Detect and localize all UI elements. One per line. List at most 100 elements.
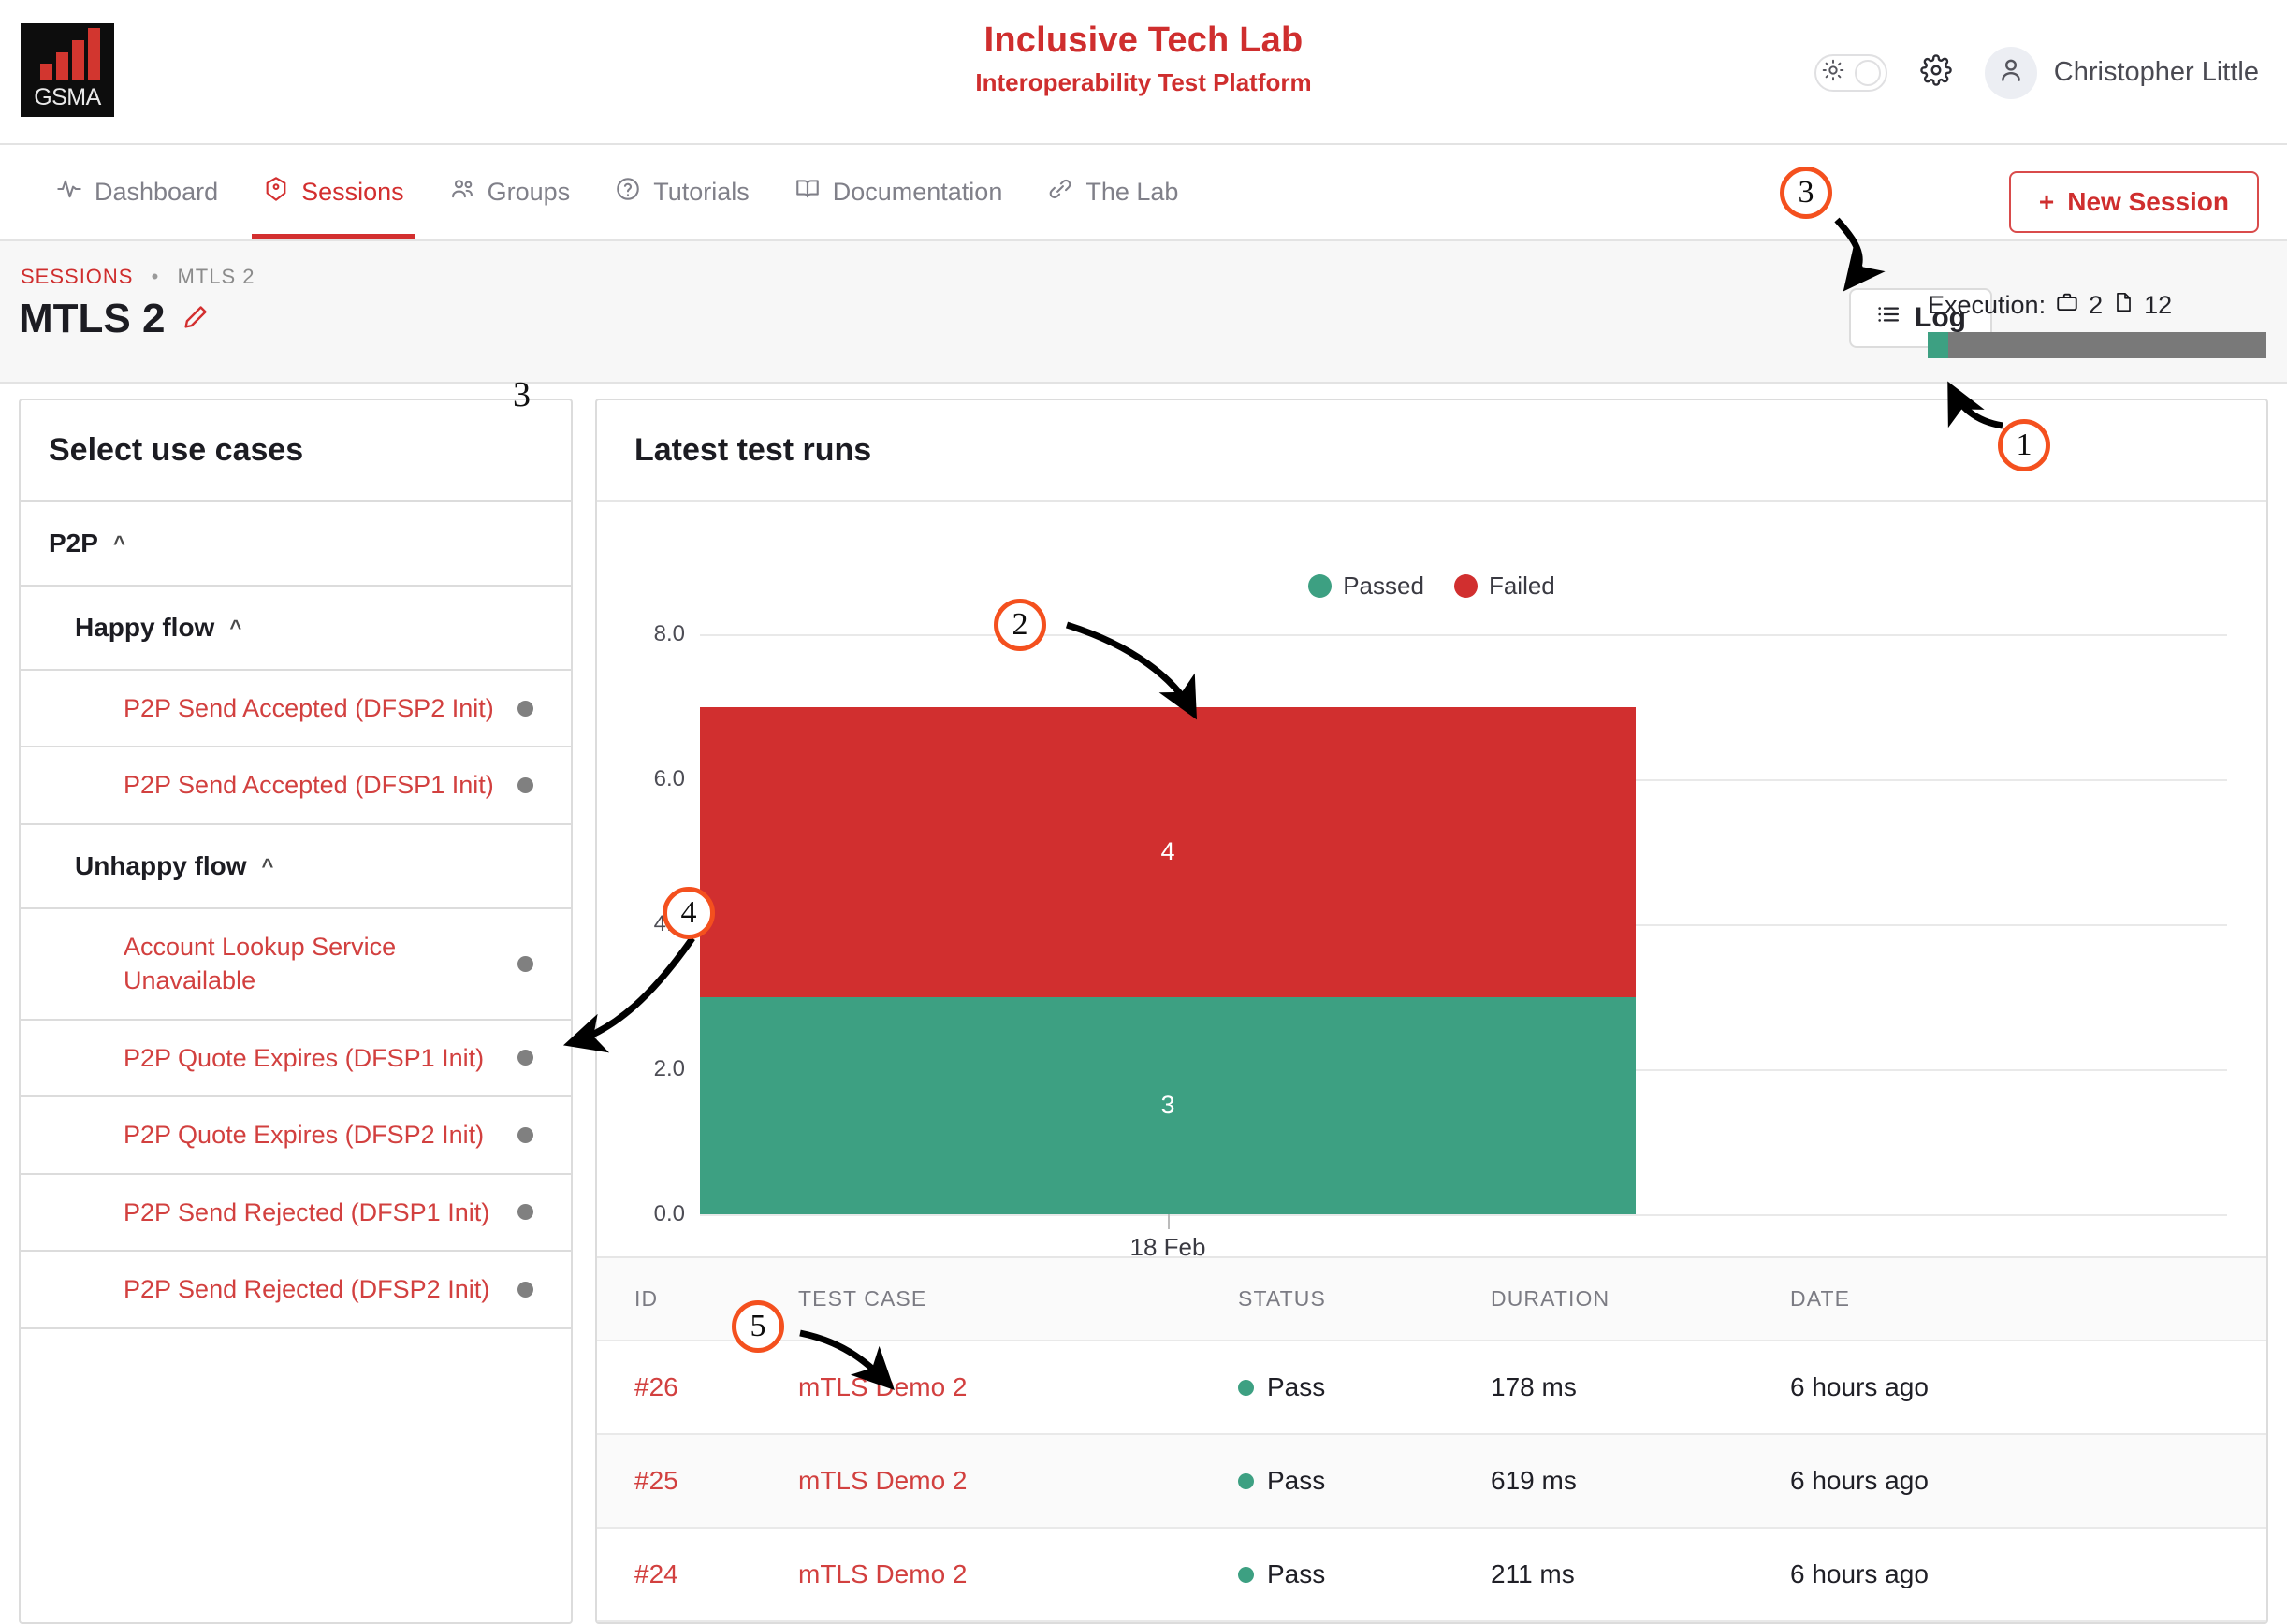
- breadcrumb-sessions-link[interactable]: SESSIONS: [21, 265, 133, 288]
- group-label: P2P: [49, 529, 98, 558]
- status-dot: [1238, 1379, 1254, 1396]
- chevron-up-icon: ^: [229, 616, 242, 639]
- new-session-button[interactable]: + New Session: [2008, 171, 2259, 233]
- execution-progress-bar: [1928, 332, 2266, 358]
- status-dot: [1238, 1566, 1254, 1583]
- nav-item-sessions[interactable]: Sessions: [240, 145, 427, 239]
- chart-bar-segment-passed[interactable]: 3: [700, 996, 1636, 1214]
- header-actions: Christopher Little: [1814, 0, 2259, 145]
- x-axis-tick-label: 18 Feb: [1129, 1233, 1206, 1261]
- chart-gridline: [700, 634, 2227, 636]
- legend-item-failed[interactable]: Failed: [1453, 572, 1555, 601]
- execution-suite-count: 2: [2089, 291, 2104, 319]
- execution-label-row: Execution: 2 12: [1928, 290, 2266, 321]
- use-case-status-dot: [517, 700, 533, 717]
- use-case-item[interactable]: P2P Send Accepted (DFSP2 Init): [21, 671, 571, 748]
- cell-status: Pass: [1238, 1341, 1491, 1433]
- cell-test-case[interactable]: mTLS Demo 2: [798, 1341, 1238, 1433]
- nav-label: Tutorials: [653, 178, 750, 206]
- nav-item-dashboard[interactable]: Dashboard: [34, 145, 240, 239]
- legend-dot-failed: [1453, 574, 1478, 598]
- chevron-up-icon: ^: [261, 853, 274, 877]
- use-case-group-unhappy-flow[interactable]: Unhappy flow ^: [21, 825, 571, 909]
- use-case-label: P2P Send Accepted (DFSP2 Init): [124, 694, 494, 722]
- user-name: Christopher Little: [2053, 57, 2259, 87]
- plus-icon: +: [2038, 187, 2055, 216]
- use-case-status-dot: [517, 1050, 533, 1066]
- settings-button[interactable]: [1916, 52, 1957, 94]
- column-header-id: ID: [634, 1286, 659, 1311]
- use-case-item[interactable]: Account Lookup Service Unavailable: [21, 909, 571, 1021]
- execution-file-count: 12: [2144, 291, 2173, 319]
- use-case-status-dot: [517, 1126, 533, 1143]
- y-axis-tick-label: 8.0: [653, 621, 685, 646]
- use-case-status-dot: [517, 777, 533, 794]
- execution-label: Execution:: [1928, 291, 2047, 319]
- legend-item-passed[interactable]: Passed: [1308, 572, 1424, 601]
- use-case-group-happy-flow[interactable]: Happy flow ^: [21, 587, 571, 671]
- main-content: Select use cases P2P ^ Happy flow ^ P2P Send…: [0, 384, 2287, 1624]
- chart-gridline: [700, 1214, 2227, 1216]
- column-header-date: DATE: [1790, 1286, 1851, 1311]
- test-runs-chart: Passed Failed 0.0 2.0 4.0 6.0 8.0 4 3 18 Feb: [597, 502, 2266, 1261]
- y-axis-tick-label: 4.0: [653, 911, 685, 936]
- use-case-sidebar: Select use cases P2P ^ Happy flow ^ P2P Send…: [19, 399, 573, 1624]
- y-axis-tick-label: 0.0: [653, 1201, 685, 1226]
- cell-id[interactable]: #26: [597, 1341, 798, 1433]
- use-case-label: P2P Send Rejected (DFSP1 Init): [124, 1197, 490, 1226]
- table-row[interactable]: #26 mTLS Demo 2 Pass 178 ms 6 hours ago: [597, 1341, 2266, 1435]
- use-case-item[interactable]: P2P Send Accepted (DFSP1 Init): [21, 747, 571, 825]
- use-case-item[interactable]: P2P Quote Expires (DFSP1 Init): [21, 1021, 571, 1098]
- activity-pulse-icon: [56, 176, 82, 209]
- pencil-icon[interactable]: [182, 303, 210, 336]
- use-case-item[interactable]: P2P Send Rejected (DFSP2 Init): [21, 1252, 571, 1329]
- nav-item-groups[interactable]: Groups: [427, 145, 593, 239]
- nav-item-tutorials[interactable]: Tutorials: [592, 145, 772, 239]
- chart-bar-segment-failed[interactable]: 4: [700, 706, 1636, 997]
- nav-item-documentation[interactable]: Documentation: [772, 145, 1026, 239]
- nav-label: Sessions: [301, 178, 404, 206]
- page-title-row: MTLS 2: [19, 296, 210, 342]
- document-icon: [2112, 290, 2134, 321]
- cell-date: 6 hours ago: [1790, 1466, 1929, 1495]
- main-nav: Dashboard Sessions Groups Tutorials Docu…: [0, 145, 2287, 241]
- chart-bar-stack[interactable]: 43: [700, 706, 1636, 1214]
- y-axis-tick-label: 2.0: [653, 1056, 685, 1081]
- cell-id[interactable]: #25: [597, 1435, 798, 1527]
- briefcase-icon: [2055, 290, 2079, 321]
- nav-item-the-lab[interactable]: The Lab: [1025, 145, 1201, 239]
- table-row[interactable]: #25 mTLS Demo 2 Pass 619 ms 6 hours ago: [597, 1435, 2266, 1529]
- group-label: Happy flow: [75, 613, 215, 642]
- question-circle-icon: [615, 176, 641, 209]
- group-label: Unhappy flow: [75, 850, 247, 880]
- use-case-label: P2P Send Accepted (DFSP1 Init): [124, 771, 494, 800]
- nav-label: Documentation: [832, 178, 1003, 206]
- session-subheader: SESSIONS • MTLS 2 MTLS 2 Log Execution: …: [0, 241, 2287, 384]
- user-menu[interactable]: Christopher Little: [1984, 46, 2259, 99]
- execution-progress-fill: [1928, 332, 1948, 358]
- sun-icon: [1821, 58, 1845, 87]
- theme-toggle[interactable]: [1814, 53, 1887, 92]
- latest-test-runs-panel: Latest test runs Passed Failed 0.0 2.0 4.0…: [595, 399, 2268, 1624]
- cell-id[interactable]: #24: [597, 1529, 798, 1620]
- execution-status: Execution: 2 12: [1928, 290, 2266, 358]
- status-label: Pass: [1267, 1466, 1326, 1495]
- status-label: Pass: [1267, 1372, 1326, 1401]
- status-dot: [1238, 1472, 1254, 1489]
- column-header-status: STATUS: [1238, 1286, 1326, 1311]
- table-row[interactable]: #24 mTLS Demo 2 Pass 211 ms 6 hours ago: [597, 1529, 2266, 1622]
- use-case-item[interactable]: P2P Send Rejected (DFSP1 Init): [21, 1175, 571, 1253]
- test-runs-table: ID TEST CASE STATUS DURATION DATE #26 mTL…: [597, 1256, 2266, 1622]
- cell-test-case[interactable]: mTLS Demo 2: [798, 1435, 1238, 1527]
- breadcrumb-current: MTLS 2: [177, 265, 255, 288]
- hexagon-box-icon: [263, 176, 289, 209]
- breadcrumb-separator: •: [151, 265, 160, 288]
- user-icon: [1996, 55, 2026, 90]
- toggle-knob[interactable]: [1854, 59, 1881, 86]
- cell-duration: 178 ms: [1491, 1372, 1577, 1401]
- cell-test-case[interactable]: mTLS Demo 2: [798, 1529, 1238, 1620]
- use-case-group-p2p[interactable]: P2P ^: [21, 502, 571, 587]
- use-case-item[interactable]: P2P Quote Expires (DFSP2 Init): [21, 1097, 571, 1175]
- table-header-row: ID TEST CASE STATUS DURATION DATE: [597, 1258, 2266, 1341]
- avatar: [1984, 46, 2037, 99]
